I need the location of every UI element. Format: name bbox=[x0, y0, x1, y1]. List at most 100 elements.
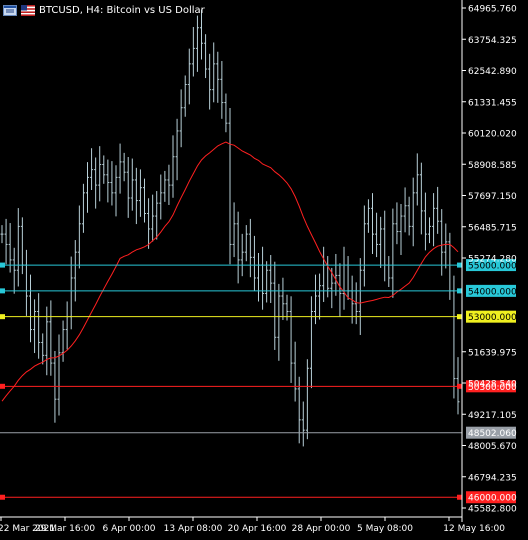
flag-icon[interactable] bbox=[21, 4, 35, 16]
candle bbox=[69, 256, 73, 330]
price-tick-label: 61331.455 bbox=[468, 98, 517, 108]
candle bbox=[277, 283, 281, 361]
candle bbox=[191, 26, 195, 77]
candle bbox=[248, 218, 252, 278]
candle bbox=[208, 53, 212, 110]
candle bbox=[444, 223, 448, 269]
candle bbox=[37, 293, 41, 359]
candle bbox=[12, 247, 16, 294]
candle bbox=[318, 273, 322, 320]
candle bbox=[423, 192, 427, 251]
candle bbox=[94, 157, 98, 209]
candle-series bbox=[0, 9, 460, 447]
candle bbox=[265, 261, 269, 303]
candle bbox=[155, 191, 159, 240]
level-handle-left bbox=[0, 314, 5, 320]
candle bbox=[114, 165, 118, 217]
candle bbox=[224, 93, 228, 133]
candle bbox=[61, 320, 65, 362]
level-handle-right bbox=[457, 314, 462, 320]
level-handle-left bbox=[0, 383, 5, 389]
candle bbox=[432, 193, 436, 247]
candle bbox=[216, 51, 220, 103]
candle bbox=[399, 203, 403, 256]
candle bbox=[102, 155, 106, 184]
chart-window-icon[interactable] bbox=[3, 4, 17, 16]
level-price-text: 48502.060 bbox=[468, 429, 517, 439]
candle bbox=[179, 89, 183, 148]
price-tick-label: 62542.890 bbox=[468, 67, 517, 77]
candle bbox=[289, 296, 293, 383]
candle bbox=[257, 252, 260, 302]
candle bbox=[220, 61, 224, 119]
candle bbox=[4, 218, 8, 265]
candle bbox=[395, 202, 399, 245]
candle bbox=[440, 209, 444, 276]
candle bbox=[452, 275, 456, 399]
candle bbox=[293, 341, 297, 402]
candle bbox=[362, 205, 366, 287]
candle bbox=[301, 401, 305, 447]
candle bbox=[346, 256, 350, 300]
candle bbox=[110, 161, 114, 206]
candle bbox=[366, 199, 370, 233]
candle bbox=[273, 261, 277, 350]
candle bbox=[126, 156, 130, 218]
candle bbox=[163, 170, 167, 202]
candle bbox=[407, 196, 411, 236]
candle bbox=[73, 240, 77, 302]
price-tick-label: 55274.280 bbox=[468, 255, 517, 265]
candle bbox=[411, 177, 415, 247]
candle bbox=[151, 194, 155, 242]
candle bbox=[383, 210, 387, 282]
candle bbox=[118, 143, 122, 194]
candle bbox=[212, 42, 216, 103]
time-tick-label: 6 Apr 00:00 bbox=[103, 524, 156, 534]
candle bbox=[309, 296, 313, 389]
candle bbox=[391, 208, 395, 298]
candle bbox=[65, 301, 69, 350]
level-handle-right bbox=[457, 494, 462, 500]
candle bbox=[147, 198, 151, 249]
candle bbox=[49, 300, 53, 376]
price-tick-label: 49217.105 bbox=[468, 411, 517, 421]
chart-canvas[interactable]: 55000.00054000.00053000.00050300.0004850… bbox=[0, 0, 528, 540]
level-handle-right bbox=[457, 383, 462, 389]
time-tick-label: 20 Apr 16:00 bbox=[228, 524, 287, 534]
price-tick-label: 48005.670 bbox=[468, 442, 517, 452]
level-handle-left bbox=[0, 262, 5, 268]
candle bbox=[436, 186, 440, 234]
price-level-yellow: 53000.000 bbox=[0, 310, 517, 323]
candle bbox=[57, 334, 61, 416]
candle bbox=[379, 216, 383, 268]
candle bbox=[261, 246, 265, 310]
candle bbox=[171, 135, 175, 198]
candle bbox=[29, 274, 32, 343]
price-tick-label: 51639.975 bbox=[468, 348, 517, 358]
candle bbox=[419, 162, 423, 235]
time-axis-labels: 22 Mar 202129 Mar 16:00 6 Apr 00:00 13 Apr… bbox=[0, 517, 505, 534]
candle bbox=[244, 225, 248, 262]
candle bbox=[24, 249, 28, 316]
chart-title: BTCUSD, H4: Bitcoin vs US Dollar bbox=[39, 4, 205, 16]
candle bbox=[98, 146, 102, 202]
candle bbox=[90, 148, 94, 191]
candle bbox=[53, 350, 57, 423]
time-tick-label: 28 Apr 00:00 bbox=[292, 524, 351, 534]
candle bbox=[187, 48, 191, 105]
level-handle-left bbox=[0, 288, 5, 294]
candle bbox=[122, 152, 126, 182]
level-price-text: 54000.000 bbox=[468, 287, 517, 297]
candle bbox=[269, 255, 273, 303]
candle bbox=[322, 246, 326, 302]
candle bbox=[281, 277, 285, 321]
candle bbox=[77, 205, 81, 269]
candle bbox=[415, 153, 419, 206]
level-price-text: 46000.000 bbox=[468, 494, 517, 504]
time-tick-label: 13 Apr 08:00 bbox=[164, 524, 223, 534]
candle bbox=[175, 118, 179, 181]
price-tick-label: 45582.800 bbox=[468, 505, 517, 515]
candle bbox=[41, 333, 45, 365]
candle bbox=[20, 217, 24, 275]
candle bbox=[240, 233, 244, 277]
